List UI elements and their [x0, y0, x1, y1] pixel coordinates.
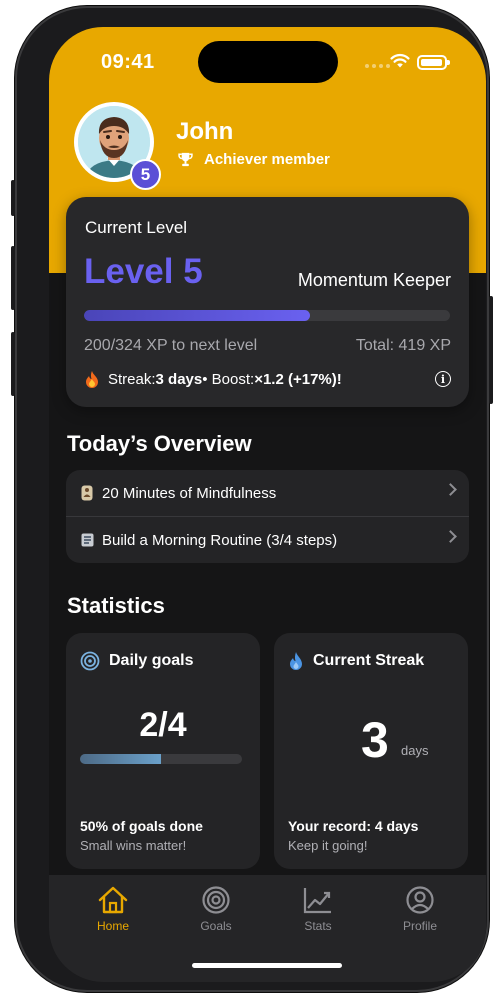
xp-to-next-level: 200/324 XP to next level — [84, 337, 258, 354]
level-card-title: Current Level — [85, 218, 188, 237]
status-time: 09:41 — [101, 51, 155, 73]
wifi-icon — [390, 53, 410, 68]
list-item-label: 20 Minutes of Mindfulness — [102, 484, 277, 502]
tab-home[interactable]: Home — [73, 885, 153, 933]
fire-icon — [86, 371, 98, 388]
meditation-icon — [80, 485, 94, 501]
volume-down-button — [11, 332, 15, 396]
tab-label: Profile — [402, 919, 437, 933]
chevron-right-icon — [444, 530, 457, 543]
avatar-level-badge: 5 — [130, 159, 161, 190]
overview-list: 20 Minutes of Mindfulness Build a Mornin… — [66, 470, 469, 563]
daily-goals-title: Daily goals — [109, 652, 194, 669]
home-indicator[interactable] — [192, 963, 342, 968]
user-name: John — [176, 118, 234, 145]
tab-label: Goals — [200, 919, 232, 933]
streak-boost-line: Streak: 3 days • Boost: ×1.2 (+17%)! — [84, 370, 342, 389]
list-item-label: Build a Morning Routine (3/4 steps) — [102, 531, 338, 549]
volume-up-button — [11, 246, 15, 310]
daily-goals-progress-fill — [80, 754, 161, 764]
daily-goals-header: Daily goals — [80, 651, 193, 671]
level-label: Level 5 — [84, 252, 203, 291]
daily-goals-note: Small wins matter! — [80, 838, 187, 853]
cellular-signal-icon — [365, 64, 390, 68]
battery-icon — [417, 55, 450, 70]
xp-progress-bar — [84, 310, 450, 321]
current-streak-title: Current Streak — [313, 652, 425, 669]
list-item-morning-routine[interactable]: Build a Morning Routine (3/4 steps) — [66, 517, 469, 563]
rank-name: Momentum Keeper — [297, 270, 451, 290]
daily-goals-progress-bar — [80, 754, 242, 764]
tab-profile[interactable]: Profile — [380, 885, 460, 933]
power-button — [489, 296, 493, 404]
home-icon — [98, 886, 128, 914]
dynamic-island — [198, 41, 338, 83]
current-streak-unit: days — [401, 743, 429, 758]
boost-value: ×1.2 (+17%)! — [254, 371, 342, 388]
trophy-icon — [178, 152, 193, 167]
checklist-icon — [80, 532, 94, 548]
tab-label: Stats — [304, 919, 332, 933]
boost-separator: • Boost: — [202, 371, 255, 388]
chevron-right-icon — [444, 483, 457, 496]
statistics-title: Statistics — [67, 593, 165, 618]
membership-text: Achiever member — [204, 151, 330, 168]
daily-goals-card[interactable]: Daily goals 2/4 50% of goals done Small … — [66, 633, 260, 869]
xp-progress-fill — [84, 310, 310, 321]
streak-note: Keep it going! — [288, 838, 368, 853]
current-streak-value: 3 — [361, 712, 389, 768]
info-icon[interactable]: i — [435, 371, 451, 387]
tab-stats[interactable]: Stats — [278, 885, 358, 933]
list-item-mindfulness[interactable]: 20 Minutes of Mindfulness — [66, 470, 469, 516]
target-icon — [202, 886, 230, 914]
streak-value: 3 days — [155, 371, 203, 388]
chart-icon — [303, 888, 331, 914]
tab-goals[interactable]: Goals — [176, 885, 256, 933]
mute-switch — [11, 180, 15, 216]
streak-prefix: Streak: — [108, 371, 156, 388]
current-level-card[interactable]: Current Level Level 5 Momentum Keeper 20… — [66, 197, 469, 407]
profile-icon — [406, 886, 434, 914]
phone-frame: 09:41 5 John Achiever member Current Lev… — [11, 6, 493, 992]
daily-goals-value: 2/4 — [139, 706, 187, 744]
water-drop-flame-icon — [290, 652, 302, 670]
total-xp: Total: 419 XP — [355, 337, 451, 354]
tab-label: Home — [96, 919, 129, 933]
current-streak-header: Current Streak — [288, 651, 424, 671]
target-icon — [80, 651, 100, 671]
membership-label: Achiever member — [177, 151, 330, 168]
daily-goals-summary: 50% of goals done — [80, 818, 203, 834]
overview-title: Today’s Overview — [67, 431, 252, 456]
current-streak-card[interactable]: Current Streak 3 days Your record: 4 day… — [274, 633, 468, 869]
app-screen: 09:41 5 John Achiever member Current Lev… — [49, 27, 486, 982]
streak-record: Your record: 4 days — [288, 818, 419, 834]
